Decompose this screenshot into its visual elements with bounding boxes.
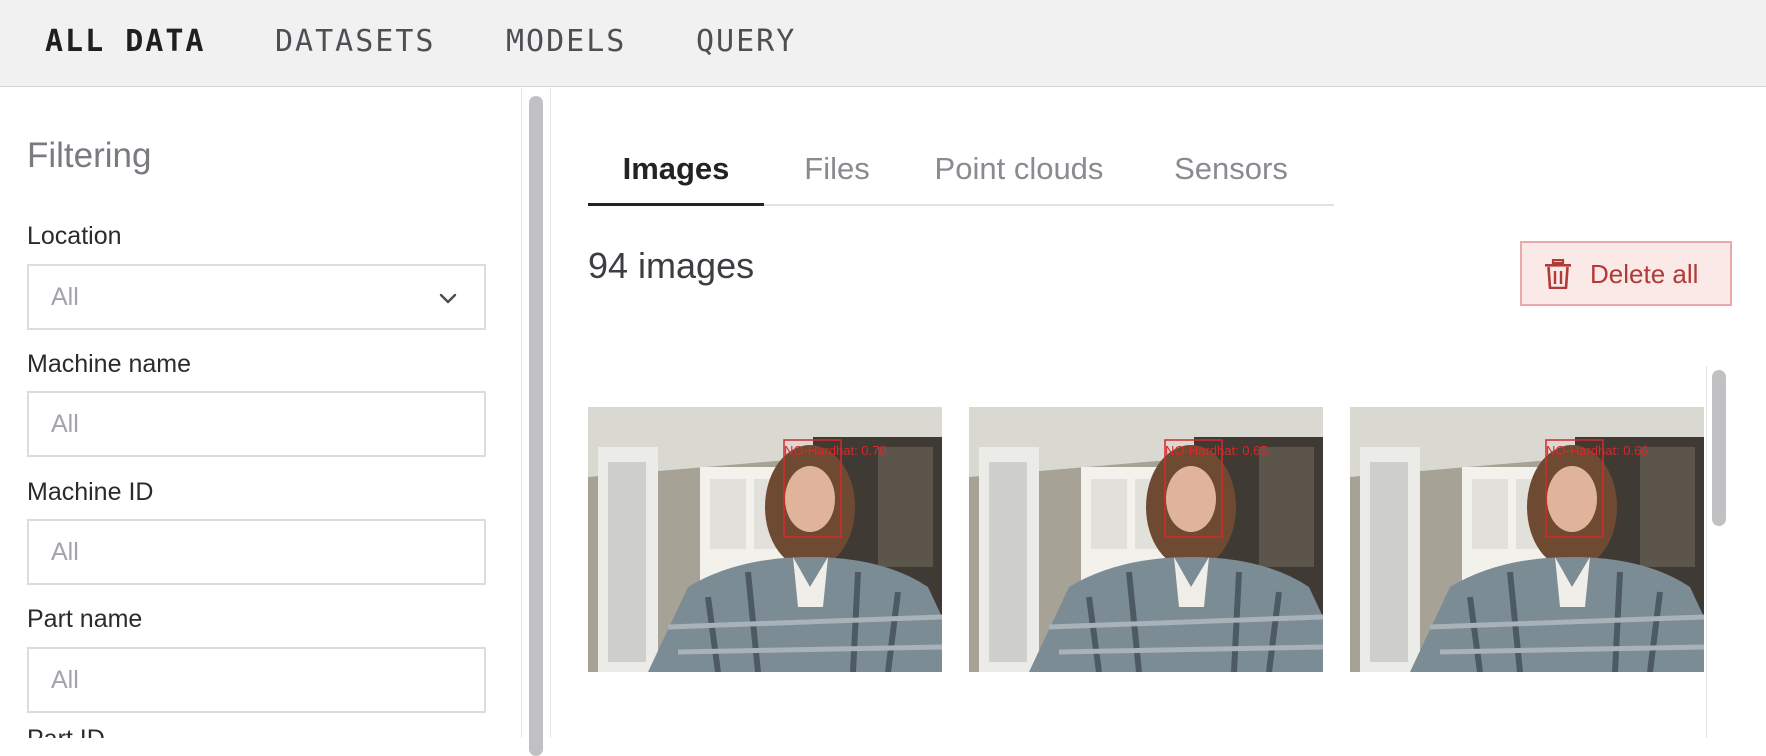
main-panel: Images Files Point clouds Sensors 94 ima…: [552, 88, 1766, 738]
machine-id-field[interactable]: [27, 519, 486, 585]
machine-name-label: Machine name: [27, 350, 191, 378]
delete-all-label: Delete all: [1590, 259, 1699, 289]
sidebar-scroll-thumb[interactable]: [529, 96, 543, 756]
delete-all-button[interactable]: Delete all: [1520, 241, 1732, 306]
top-nav: ALL DATA DATASETS MODELS QUERY: [0, 0, 1766, 87]
part-id-label: Part ID: [27, 725, 105, 738]
gallery-scrollbar[interactable]: [1706, 366, 1730, 738]
nav-datasets[interactable]: DATASETS: [275, 24, 436, 59]
nav-query[interactable]: QUERY: [696, 24, 796, 59]
filter-sidebar: Filtering Location All Machine name Mach…: [0, 88, 521, 738]
person-photo: NO-Hardhat: 0.70: [588, 407, 942, 672]
image-gallery: NO-Hardhat: 0.70 NO-Hardhat: 0.65 NO-Har…: [588, 366, 1728, 738]
person-photo: NO-Hardhat: 0.65: [969, 407, 1323, 672]
machine-name-field[interactable]: [27, 391, 486, 457]
detection-label: NO-Hardhat: 0.65: [1165, 443, 1268, 458]
data-type-tabs: Images Files Point clouds Sensors: [588, 126, 1334, 206]
chevron-down-icon: [439, 293, 457, 304]
tab-sensors[interactable]: Sensors: [1128, 126, 1334, 206]
sidebar-title: Filtering: [27, 136, 152, 175]
part-name-label: Part name: [27, 605, 143, 633]
detection-label: NO-Hardhat: 0.66: [1546, 443, 1649, 458]
trash-icon: [1545, 259, 1571, 289]
tab-files[interactable]: Files: [764, 126, 910, 206]
person-photo: NO-Hardhat: 0.66: [1350, 407, 1704, 672]
part-name-input[interactable]: [51, 649, 431, 711]
machine-id-label: Machine ID: [27, 478, 154, 506]
image-thumbnail[interactable]: NO-Hardhat: 0.70: [588, 407, 942, 672]
image-count: 94 images: [588, 245, 755, 286]
machine-name-input[interactable]: [51, 393, 431, 455]
location-label: Location: [27, 222, 122, 250]
location-select-value: All: [51, 283, 79, 311]
nav-all-data[interactable]: ALL DATA: [45, 24, 206, 59]
machine-id-input[interactable]: [51, 521, 431, 583]
location-select[interactable]: All: [27, 264, 486, 330]
tab-point-clouds[interactable]: Point clouds: [910, 126, 1128, 206]
part-name-field[interactable]: [27, 647, 486, 713]
detection-label: NO-Hardhat: 0.70: [784, 443, 887, 458]
nav-models[interactable]: MODELS: [506, 24, 626, 59]
image-thumbnail[interactable]: NO-Hardhat: 0.65: [969, 407, 1323, 672]
tab-images[interactable]: Images: [588, 126, 764, 206]
gallery-scroll-thumb[interactable]: [1712, 370, 1726, 526]
image-thumbnail[interactable]: NO-Hardhat: 0.66: [1350, 407, 1704, 672]
sidebar-scrollbar[interactable]: [521, 88, 551, 756]
